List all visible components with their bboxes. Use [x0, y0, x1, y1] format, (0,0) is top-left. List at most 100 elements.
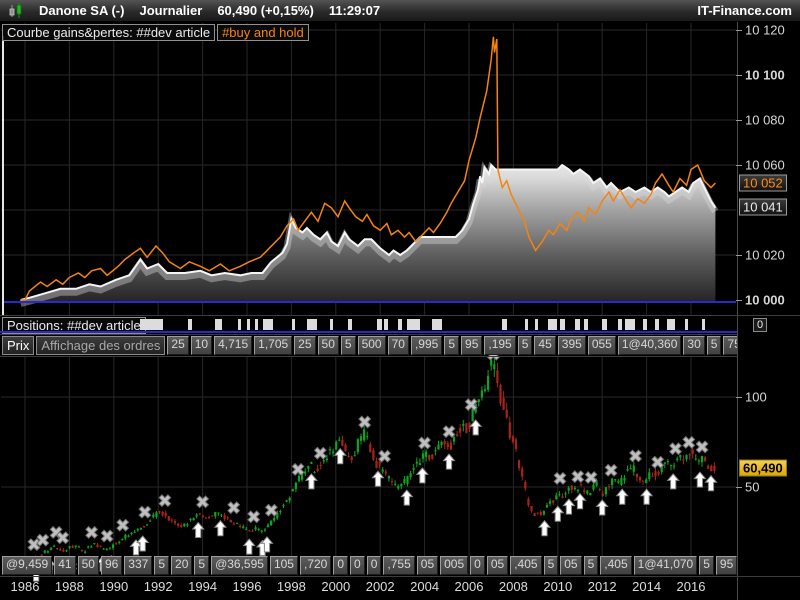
exit-x-marker [116, 518, 130, 532]
order-label: ,995 [410, 336, 443, 355]
position-stripe [348, 319, 352, 330]
exit-x-marker [604, 463, 618, 477]
exit-x-marker [227, 501, 241, 515]
position-stripe [602, 319, 607, 330]
buy-arrow-marker [371, 470, 385, 487]
x-axis-year-label: 2006 [454, 579, 484, 594]
position-stripe [255, 319, 258, 330]
position-stripe [655, 319, 659, 330]
timeframe-label: Journalier [139, 3, 203, 18]
order-label: 5 [517, 336, 533, 355]
x-axis-year-label: 2016 [676, 579, 706, 594]
buy-arrow-marker [704, 474, 718, 492]
order-label: 500 [357, 336, 386, 355]
executed-order-label: 05 [416, 556, 439, 575]
order-label: 5 [444, 336, 460, 355]
clock: 11:29:07 [328, 3, 381, 18]
executed-order-label: 95 [715, 556, 737, 575]
order-label: 75 [723, 336, 737, 355]
order-label: ,195 [484, 336, 516, 355]
order-label: 25 [167, 336, 189, 355]
order-label: 45 [534, 336, 556, 355]
executed-order-label: @36,595 [211, 556, 268, 575]
executed-orders-row: @9,459 41 50 96 337 5 20 5 @36,595 105,720 0 0 0,755… [2, 556, 737, 575]
executed-order-label: 41 [54, 556, 76, 575]
buy-arrow-marker [551, 505, 565, 522]
exit-x-marker [695, 440, 709, 454]
last-quote: 60,490 (+0,15%) [217, 3, 314, 18]
executed-order-label: 0 [350, 556, 365, 575]
axis-tick [736, 30, 742, 31]
instrument-name: Danone SA (-) [39, 3, 125, 18]
executed-order-label: 50 [77, 556, 99, 575]
price-chart-canvas[interactable] [0, 0, 800, 600]
executed-order-label: 337 [124, 556, 153, 575]
position-stripe [643, 319, 647, 330]
exit-x-marker [100, 529, 114, 543]
position-stripe [292, 319, 295, 330]
panel-separator-2 [0, 334, 737, 335]
order-label: 25 [294, 336, 316, 355]
title-bar: Danone SA (-) Journalier 60,490 (+0,15%)… [0, 0, 800, 22]
equity-axis-label: 10 020 [745, 247, 785, 263]
position-stripe [584, 319, 588, 330]
buy-and-hold-label[interactable]: #buy and hold [217, 24, 309, 41]
buy-arrow-marker [191, 521, 205, 538]
exit-x-marker [553, 471, 567, 485]
x-axis-year-label: 1990 [99, 579, 129, 594]
position-stripe [575, 319, 580, 330]
order-label: 70 [387, 336, 409, 355]
executed-order-label: 96 [100, 556, 123, 575]
position-stripe [263, 319, 273, 330]
position-stripe [384, 319, 388, 330]
panel-separator-4 [0, 576, 800, 577]
equity-axis-label: 10 100 [745, 67, 785, 83]
buy-arrow-marker [640, 488, 654, 505]
position-stripe [502, 319, 507, 330]
tab-prix[interactable]: Prix [2, 336, 35, 355]
executed-order-label: ,720 [299, 556, 332, 575]
axis-tick [736, 300, 742, 301]
axis-tick [736, 165, 742, 166]
executed-order-label: 105 [269, 556, 298, 575]
exit-x-marker [651, 455, 665, 469]
equity-value-tag: 10 041 [739, 198, 787, 216]
order-label: 5 [340, 336, 356, 355]
x-axis-year-label: 1992 [143, 579, 173, 594]
order-label: 055 [587, 336, 616, 355]
executed-order-label: 5 [583, 556, 599, 575]
x-axis-year-label: 2008 [498, 579, 528, 594]
position-stripe [625, 319, 635, 330]
position-stripe [330, 319, 333, 330]
executed-order-label: @9,459 [2, 556, 53, 575]
buy-arrow-marker [242, 538, 256, 555]
position-stripe [560, 319, 565, 330]
equity-axis-label: 10 060 [745, 157, 785, 173]
x-axis-year-label: 2002 [365, 579, 395, 594]
equity-axis-label: 10 080 [745, 112, 785, 128]
buy-arrow-marker [615, 488, 629, 505]
buy-arrow-marker [469, 419, 483, 436]
position-stripe [685, 319, 688, 330]
exit-x-marker [668, 442, 683, 456]
executed-order-label: 0 [333, 556, 349, 575]
exit-x-marker [247, 510, 261, 524]
exit-x-marker [358, 415, 372, 429]
positions-baseline [0, 331, 737, 333]
exit-x-marker [628, 449, 643, 463]
executed-order-label: 5 [194, 556, 210, 575]
brand-logo: IT-Finance.com [697, 3, 792, 18]
position-stripe [667, 319, 675, 330]
buy-arrow-marker [573, 492, 587, 510]
equity-value-tag: 10 052 [739, 174, 787, 192]
exit-x-marker [442, 425, 456, 439]
trading-app-window: Danone SA (-) Journalier 60,490 (+0,15%)… [0, 0, 800, 600]
positions-zero-tick: 0 [753, 318, 768, 332]
buy-arrow-marker [693, 471, 707, 488]
equity-indicator-label[interactable]: Courbe gains&pertes: ##dev article [2, 24, 216, 41]
order-label: 1@40,360 [617, 336, 682, 355]
axis-tick [736, 120, 742, 121]
panel-separator-1 [0, 315, 800, 316]
orders-display-button[interactable]: Affichage des ordres [36, 336, 166, 355]
position-stripe [618, 319, 622, 330]
